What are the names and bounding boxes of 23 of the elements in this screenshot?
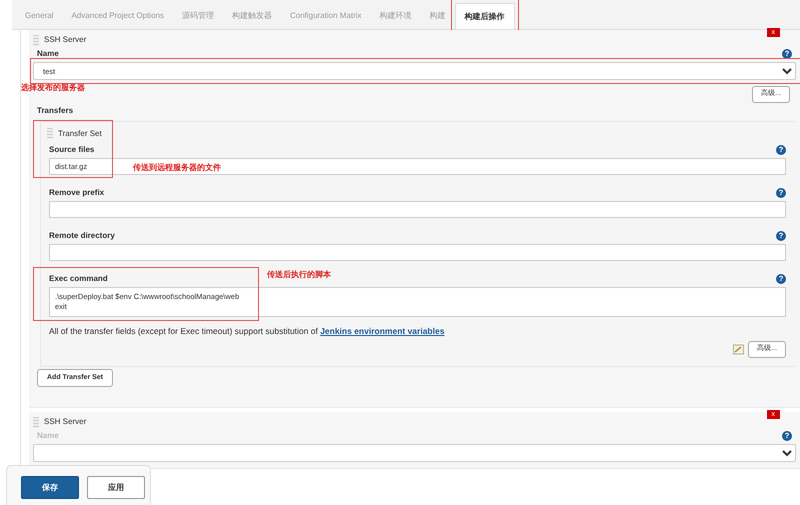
input-field[interactable]: [49, 200, 786, 218]
input-field[interactable]: [49, 244, 786, 260]
select-field[interactable]: [33, 444, 796, 462]
section-title: Transfer Set: [58, 128, 102, 140]
help-note: All of the transfer fields (except for Exec timeout) support substitution of Jenkins environment variables: [49, 326, 444, 336]
env-variables-link[interactable]: Jenkins environment variables: [320, 326, 444, 336]
field-label: Source files: [49, 144, 94, 156]
field-label: Remove prefix: [49, 186, 104, 198]
field-label: Remote directory: [49, 230, 115, 242]
field-label: Exec command: [49, 272, 108, 284]
notepad-icon[interactable]: [733, 344, 744, 355]
section-title: SSH Server: [44, 416, 86, 428]
apply-button[interactable]: 应用: [87, 476, 145, 499]
drag-handle-icon[interactable]: [47, 128, 53, 139]
annotation-text: 传送后执行的脚本: [267, 268, 331, 280]
drag-handle-icon[interactable]: [33, 34, 39, 46]
annotation-text: 传送到远程服务器的文件: [133, 162, 221, 174]
section-label: Transfers: [36, 104, 74, 116]
section-title: SSH Server: [44, 34, 86, 46]
field-label: Name: [37, 48, 59, 60]
field-label: Name: [37, 430, 59, 442]
drag-handle-icon[interactable]: [33, 416, 39, 428]
save-button[interactable]: 保存: [21, 476, 79, 499]
